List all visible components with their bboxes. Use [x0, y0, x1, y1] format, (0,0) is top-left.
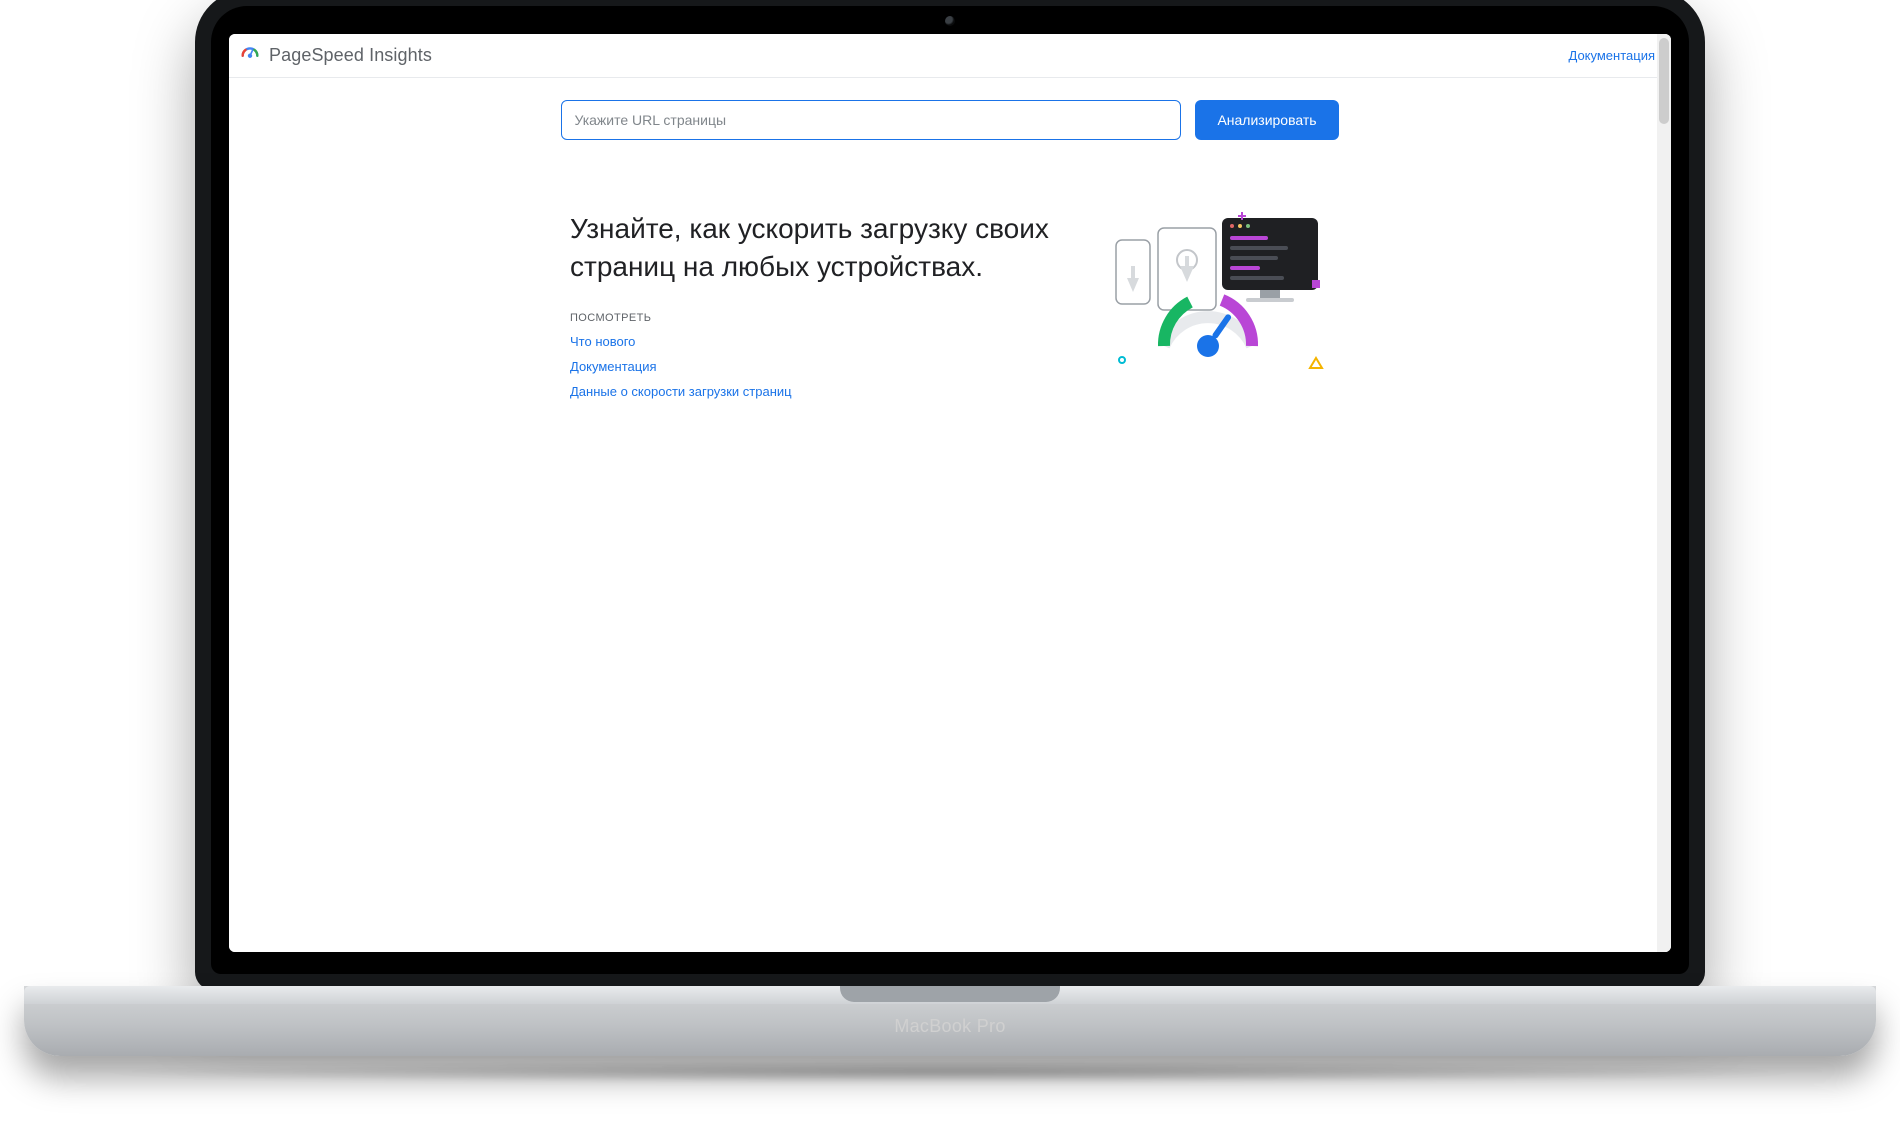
brand-name: PageSpeed Insights	[269, 45, 432, 66]
page: PageSpeed Insights Документация Анализир…	[229, 34, 1671, 952]
hero-illustration	[1110, 210, 1330, 375]
documentation-link[interactable]: Документация	[1569, 48, 1656, 63]
scrollbar-thumb[interactable]	[1659, 38, 1669, 124]
analyze-form: Анализировать	[229, 78, 1671, 150]
link-whats-new[interactable]: Что нового	[570, 334, 1062, 349]
pagespeed-logo-icon	[239, 42, 261, 69]
scrollbar[interactable]	[1657, 34, 1671, 952]
device-label: MacBook Pro	[894, 1016, 1005, 1037]
brand[interactable]: PageSpeed Insights	[239, 42, 432, 69]
url-input[interactable]	[561, 100, 1181, 140]
link-speed-data[interactable]: Данные о скорости загрузки страниц	[570, 384, 1062, 399]
hero-headline: Узнайте, как ускорить загрузку своих стр…	[570, 210, 1062, 286]
laptop-lid: PageSpeed Insights Документация Анализир…	[195, 0, 1705, 990]
analyze-button[interactable]: Анализировать	[1195, 100, 1338, 140]
camera-icon	[945, 16, 955, 26]
screen-bezel: PageSpeed Insights Документация Анализир…	[211, 6, 1689, 974]
link-documentation[interactable]: Документация	[570, 359, 1062, 374]
screen: PageSpeed Insights Документация Анализир…	[229, 34, 1671, 952]
device-frame: PageSpeed Insights Документация Анализир…	[0, 0, 1900, 1140]
hero-text: Узнайте, как ускорить загрузку своих стр…	[570, 210, 1062, 399]
hero: Узнайте, как ускорить загрузку своих стр…	[570, 210, 1330, 399]
app-header: PageSpeed Insights Документация	[229, 34, 1671, 78]
shadow	[90, 1060, 1810, 1084]
trackpad-notch	[840, 986, 1060, 1002]
hero-section-label: ПОСМОТРЕТЬ	[570, 312, 1062, 324]
hero-links: Что нового Документация Данные о скорост…	[570, 334, 1062, 399]
